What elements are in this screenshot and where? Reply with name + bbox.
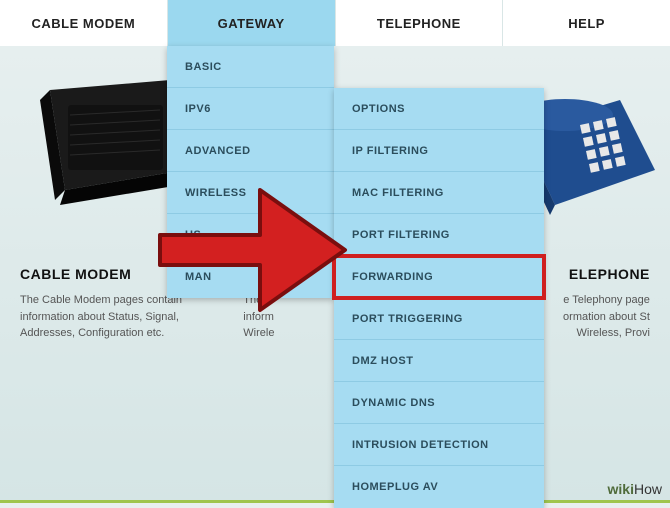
nav-tab-cable-modem[interactable]: CABLE MODEM	[0, 0, 168, 46]
menu-item-advanced[interactable]: ADVANCED	[167, 130, 334, 172]
advanced-submenu: OPTIONS IP FILTERING MAC FILTERING PORT …	[334, 88, 544, 508]
nav-tab-telephone[interactable]: TELEPHONE	[336, 0, 504, 46]
menu-item-basic[interactable]: BASIC	[167, 46, 334, 88]
menu-item-ip-filtering[interactable]: IP FILTERING	[334, 130, 544, 172]
menu-item-port-filtering[interactable]: PORT FILTERING	[334, 214, 544, 256]
menu-item-dmz-host[interactable]: DMZ HOST	[334, 340, 544, 382]
menu-item-dynamic-dns[interactable]: DYNAMIC DNS	[334, 382, 544, 424]
menu-item-wireless[interactable]: WIRELESS	[167, 172, 334, 214]
wikihow-watermark: wikiHow	[608, 481, 662, 497]
menu-item-forwarding[interactable]: FORWARDING	[334, 256, 544, 298]
gateway-submenu: BASIC IPV6 ADVANCED WIRELESS US MAN	[167, 46, 334, 298]
watermark-how: How	[634, 481, 662, 497]
menu-item-mac-filtering[interactable]: MAC FILTERING	[334, 172, 544, 214]
section-desc-modem: The Cable Modem pages contain informatio…	[20, 292, 203, 342]
menu-item-port-triggering[interactable]: PORT TRIGGERING	[334, 298, 544, 340]
menu-item-homeplug-av[interactable]: HOMEPLUG AV	[334, 466, 544, 508]
nav-tab-gateway[interactable]: GATEWAY	[168, 0, 336, 46]
top-nav: CABLE MODEM GATEWAY TELEPHONE HELP	[0, 0, 670, 46]
menu-item-intrusion-detection[interactable]: INTRUSION DETECTION	[334, 424, 544, 466]
menu-item-us[interactable]: US	[167, 214, 334, 256]
nav-tab-help[interactable]: HELP	[503, 0, 670, 46]
watermark-wiki: wiki	[608, 481, 634, 497]
menu-item-options[interactable]: OPTIONS	[334, 88, 544, 130]
menu-item-ipv6[interactable]: IPV6	[167, 88, 334, 130]
menu-item-man[interactable]: MAN	[167, 256, 334, 298]
